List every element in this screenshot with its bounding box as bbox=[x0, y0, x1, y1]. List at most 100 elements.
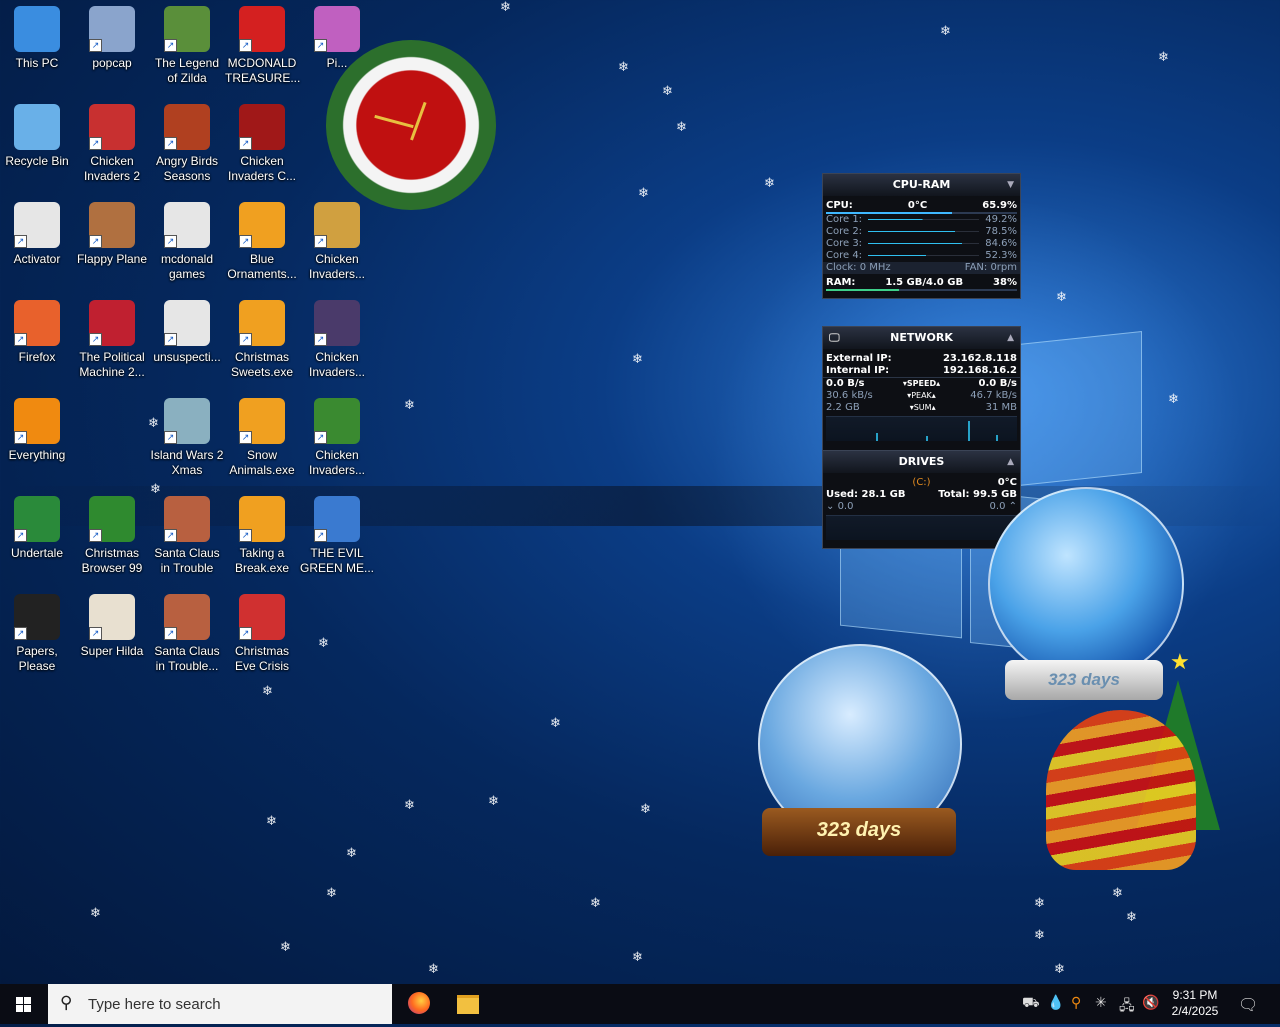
shortcut-arrow-icon: ↗ bbox=[239, 137, 252, 150]
core-row: Core 1: 49.2% bbox=[823, 214, 1020, 226]
desktop-icon[interactable]: ↗ Santa Claus in Trouble... bbox=[150, 594, 224, 674]
desktop-icon[interactable]: ↗ unsuspecti... bbox=[150, 300, 224, 365]
app-icon: ↗ bbox=[239, 398, 285, 444]
shortcut-arrow-icon: ↗ bbox=[239, 235, 252, 248]
clock-time: 9:31 PM bbox=[1172, 988, 1218, 1002]
shortcut-arrow-icon: ↗ bbox=[14, 529, 27, 542]
desktop-icon[interactable]: ↗ The Legend of Zilda bbox=[150, 6, 224, 86]
network-title: NETWORK bbox=[890, 331, 953, 344]
desktop-icon[interactable]: ↗ Chicken Invaders C... bbox=[225, 104, 299, 184]
collapse-icon[interactable]: ▼ bbox=[1007, 174, 1014, 196]
desktop-icon[interactable]: Recycle Bin bbox=[0, 104, 74, 169]
drive-usage-row: Used: 28.1 GB Total: 99.5 GB bbox=[823, 489, 1020, 501]
shortcut-arrow-icon: ↗ bbox=[14, 627, 27, 640]
speed-down: 0.0 B/s bbox=[826, 378, 865, 389]
collapse-up-icon[interactable]: ▲ bbox=[1007, 451, 1014, 473]
desktop-icon[interactable]: ↗ THE EVIL GREEN ME... bbox=[300, 496, 374, 576]
volume-muted-icon[interactable]: 🔇 bbox=[1142, 995, 1159, 1011]
network-icon[interactable]: 🖧 bbox=[1119, 995, 1135, 1019]
desktop-icon[interactable]: ↗ MCDONALD TREASURE... bbox=[225, 6, 300, 86]
taskbar-search-box[interactable]: ⚲ Type here to search bbox=[48, 984, 392, 1024]
collapse-up-icon[interactable]: ▲ bbox=[1007, 327, 1014, 349]
snowflake-icon: ❄ bbox=[318, 636, 329, 651]
cpu-ram-title: CPU-RAM bbox=[892, 178, 951, 191]
desktop-icon[interactable]: ↗ Chicken Invaders... bbox=[300, 300, 374, 380]
desktop-icon[interactable]: ↗ Flappy Plane bbox=[75, 202, 149, 267]
desktop-icon[interactable]: ↗ Firefox bbox=[0, 300, 74, 365]
snowflake-icon: ❄ bbox=[1034, 896, 1045, 911]
desktop-icon-label: Super Hilda bbox=[80, 644, 144, 658]
desktop-icon[interactable]: ↗ Super Hilda bbox=[75, 594, 149, 659]
desktop-icon[interactable]: ↗ Chicken Invaders... bbox=[300, 398, 374, 478]
external-ip-label: External IP: bbox=[826, 353, 892, 364]
tray-snowflake-icon[interactable]: ✳ bbox=[1095, 995, 1107, 1011]
desktop-icon[interactable]: ↗ Angry Birds Seasons bbox=[150, 104, 224, 184]
tray-app-icon[interactable]: ⛟ bbox=[1022, 995, 1040, 1013]
speed-label: ▾SPEED▴ bbox=[902, 379, 941, 388]
desktop-icon[interactable]: ↗ mcdonald games bbox=[150, 202, 224, 282]
desktop-icon-label: Everything bbox=[8, 448, 66, 462]
cpu-ram-gadget[interactable]: CPU-RAM ▼ CPU: 0°C 65.9% Core 1: 49.2% Cor… bbox=[822, 173, 1021, 299]
desktop-icon[interactable]: ↗ Island Wars 2 Xmas bbox=[150, 398, 224, 478]
desktop-icon-label: Christmas Eve Crisis bbox=[234, 644, 289, 673]
desktop-icon[interactable]: ↗ Christmas Sweets.exe bbox=[225, 300, 299, 380]
cpu-temp: 0°C bbox=[907, 200, 928, 211]
desktop-icon[interactable]: ↗ Undertale bbox=[0, 496, 74, 561]
drive-read: ⌄ 0.0 bbox=[826, 501, 854, 512]
desktop-icon[interactable]: ↗ Chicken Invaders 2 bbox=[75, 104, 149, 184]
snowflake-icon: ❄ bbox=[500, 0, 511, 15]
app-icon: ↗ bbox=[164, 202, 210, 248]
desktop-icon-label: Santa Claus in Trouble bbox=[154, 546, 220, 575]
start-button[interactable] bbox=[0, 984, 48, 1024]
snowflake-icon: ❄ bbox=[1168, 392, 1179, 407]
desktop-icon[interactable]: ↗ Christmas Browser 99 bbox=[75, 496, 149, 576]
external-ip-value: 23.162.8.118 bbox=[942, 353, 1017, 364]
desktop-icon[interactable]: ↗ Blue Ornaments... bbox=[225, 202, 299, 282]
cpu-ram-header: CPU-RAM ▼ bbox=[823, 174, 1020, 196]
clock-date: 2/4/2025 bbox=[1171, 1004, 1219, 1018]
countdown-text-2: 323 days bbox=[816, 819, 902, 841]
taskbar-firefox[interactable] bbox=[397, 984, 441, 1024]
desktop-icon[interactable]: ↗ popcap bbox=[75, 6, 149, 71]
app-icon: ↗ bbox=[239, 202, 285, 248]
desktop-icon[interactable]: ↗ Santa Claus in Trouble bbox=[150, 496, 224, 576]
snowflake-icon: ❄ bbox=[618, 60, 629, 75]
shortcut-arrow-icon: ↗ bbox=[239, 529, 252, 542]
app-icon: ↗ bbox=[164, 496, 210, 542]
shortcut-arrow-icon: ↗ bbox=[164, 333, 177, 346]
app-icon: ↗ bbox=[164, 300, 210, 346]
desktop-icon[interactable]: This PC bbox=[0, 6, 74, 71]
drives-gadget[interactable]: DRIVES ▲ (C:) 0°C Used: 28.1 GB Total: 9… bbox=[822, 450, 1021, 549]
notification-icon[interactable]: 🗨 bbox=[1238, 995, 1258, 1014]
desktop-icon[interactable]: ↗ Snow Animals.exe bbox=[225, 398, 299, 478]
desktop-icon[interactable]: ↗ Activator bbox=[0, 202, 74, 267]
tray-drop-icon[interactable]: 💧 bbox=[1047, 995, 1064, 1011]
snowflake-icon: ❄ bbox=[488, 794, 499, 809]
snowflake-icon: ❄ bbox=[404, 798, 415, 813]
shortcut-arrow-icon: ↗ bbox=[164, 431, 177, 444]
snowflake-icon: ❄ bbox=[326, 886, 337, 901]
desktop-icon[interactable]: ↗ Papers, Please bbox=[0, 594, 74, 674]
taskbar-file-explorer[interactable] bbox=[446, 984, 490, 1024]
snowflake-icon: ❄ bbox=[676, 120, 687, 135]
cpu-total-row: CPU: 0°C 65.9% bbox=[823, 200, 1020, 212]
desktop-icon[interactable]: ↗ Christmas Eve Crisis bbox=[225, 594, 299, 674]
christmas-clock-gadget[interactable] bbox=[314, 38, 514, 218]
shortcut-arrow-icon: ↗ bbox=[164, 137, 177, 150]
desktop-icon[interactable]: ↗ Everything bbox=[0, 398, 74, 463]
tray-search-icon[interactable]: ⚲ bbox=[1071, 995, 1081, 1011]
desktop-icon[interactable]: ↗ The Political Machine 2... bbox=[75, 300, 149, 380]
shortcut-arrow-icon: ↗ bbox=[89, 333, 102, 346]
snowflake-icon: ❄ bbox=[346, 846, 357, 861]
shortcut-arrow-icon: ↗ bbox=[239, 627, 252, 640]
core-value: 52.3% bbox=[985, 250, 1017, 261]
firefox-icon bbox=[408, 992, 430, 1014]
taskbar-clock[interactable]: 9:31 PM 2/4/2025 bbox=[1160, 987, 1230, 1027]
christmas-tree-gadget[interactable]: ★ bbox=[1040, 650, 1230, 875]
desktop-icon[interactable]: ↗ Taking a Break.exe bbox=[225, 496, 299, 576]
network-gadget[interactable]: 🖵 NETWORK ▲ External IP: 23.162.8.118 In… bbox=[822, 326, 1021, 452]
app-icon: ↗ bbox=[89, 300, 135, 346]
desktop-icon-label: Chicken Invaders... bbox=[308, 448, 366, 477]
desktop-icon-label: mcdonald games bbox=[160, 252, 214, 281]
desktop-icon-label: Snow Animals.exe bbox=[229, 448, 295, 477]
